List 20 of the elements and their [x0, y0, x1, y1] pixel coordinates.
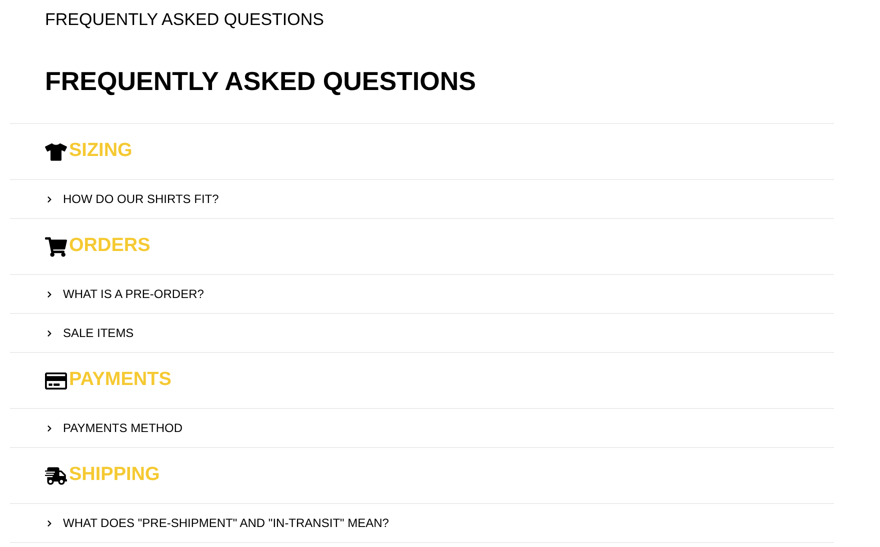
truck-icon	[45, 464, 67, 486]
chevron-right-icon	[46, 520, 53, 526]
question-row[interactable]: WHAT DOES "PRE-SHIPMENT" AND "IN-TRANSIT" MEAN?	[10, 504, 834, 543]
question-row[interactable]: WHAT IS A PRE-ORDER?	[10, 275, 834, 314]
question-row[interactable]: HOW DO OUR SHIRTS FIT?	[10, 180, 834, 219]
question-row[interactable]: PAYMENTS METHOD	[10, 409, 834, 448]
chevron-right-icon	[46, 424, 53, 432]
cart-icon	[45, 236, 67, 258]
chevron-right-icon	[46, 290, 53, 298]
section-heading: PAYMENTS	[69, 368, 172, 392]
chevron-right-icon	[46, 196, 53, 202]
page-title: FREQUENTLY ASKED QUESTIONS	[45, 65, 476, 98]
shirt-icon	[45, 140, 67, 162]
question-row[interactable]: SALE ITEMS	[10, 314, 834, 353]
section-heading: ORDERS	[69, 234, 150, 258]
chevron-right-icon	[46, 330, 53, 336]
breadcrumb: FREQUENTLY ASKED QUESTIONS	[45, 10, 324, 29]
credit-card-icon	[45, 370, 67, 392]
section-heading: SHIPPING	[69, 463, 160, 488]
section-heading: SIZING	[69, 139, 132, 164]
